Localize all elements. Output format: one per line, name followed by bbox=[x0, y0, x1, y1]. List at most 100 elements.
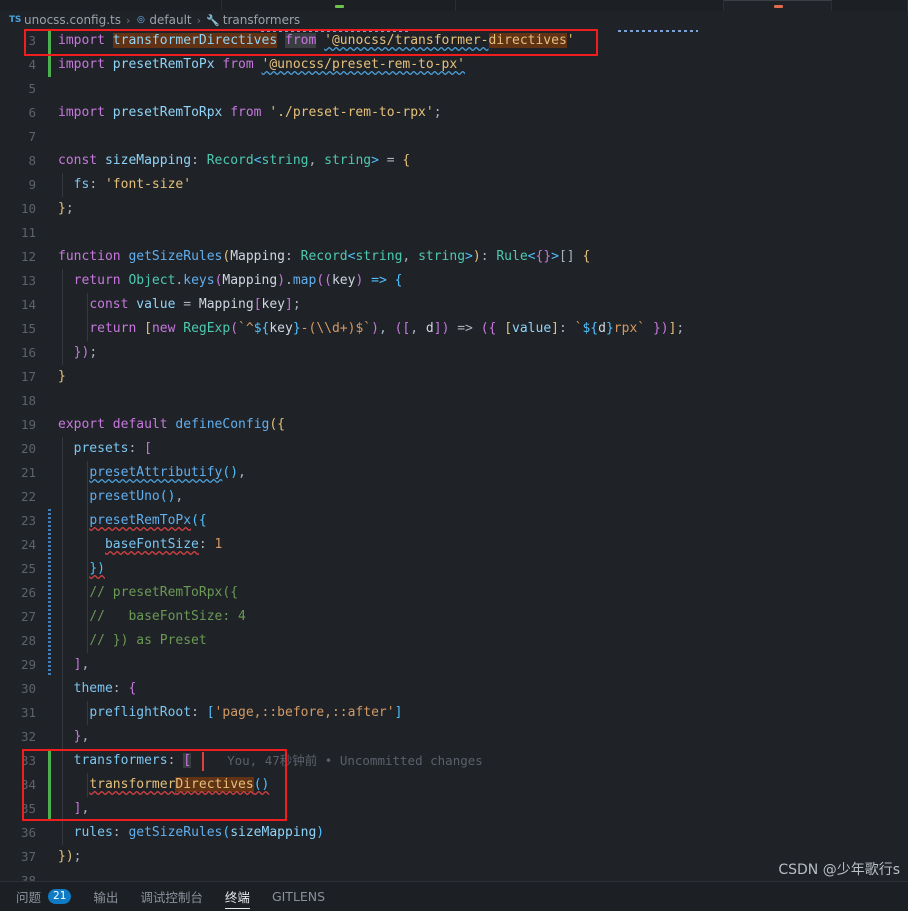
panel-tab-1[interactable]: 问题 21 bbox=[16, 882, 72, 911]
code-content[interactable]: // }) as Preset bbox=[46, 629, 206, 653]
indent-guide bbox=[62, 533, 63, 557]
code-token: [ bbox=[253, 297, 262, 312]
code-token: ) bbox=[277, 273, 286, 288]
code-line[interactable]: 19 export default defineConfig({ bbox=[0, 413, 908, 437]
code-content[interactable]: }, bbox=[46, 725, 90, 749]
breadcrumb-symbol-default[interactable]: ◎ default bbox=[135, 13, 192, 27]
breadcrumb-file[interactable]: TS unocss.config.ts bbox=[9, 13, 121, 27]
code-line[interactable]: 34 transformerDirectives() bbox=[0, 773, 908, 797]
panel-tab-3[interactable]: 调试控制台 bbox=[140, 882, 203, 911]
code-content[interactable]: const sizeMapping: Record<string, string… bbox=[46, 149, 410, 173]
code-content[interactable]: }); bbox=[46, 845, 81, 869]
code-content[interactable] bbox=[46, 389, 58, 413]
code-token: transformerDirectives bbox=[112, 33, 278, 48]
code-editor[interactable]: 3 import transformerDirectives from '@uno… bbox=[0, 29, 908, 881]
code-line[interactable]: 26 // presetRemToRpx({ bbox=[0, 581, 908, 605]
code-line[interactable]: 25 }) bbox=[0, 557, 908, 581]
code-line[interactable]: 13 return Object.keys(Mapping).map((key)… bbox=[0, 269, 908, 293]
code-content[interactable]: return [new RegExp(`^${key}-(\\d+)$`), (… bbox=[46, 317, 684, 341]
code-content[interactable]: transformerDirectives() bbox=[46, 773, 269, 797]
code-line[interactable]: 22 presetUno(), bbox=[0, 485, 908, 509]
code-line[interactable]: 28 // }) as Preset bbox=[0, 629, 908, 653]
code-line[interactable]: 3 import transformerDirectives from '@uno… bbox=[0, 29, 908, 53]
code-line[interactable]: 35 ], bbox=[0, 797, 908, 821]
code-line[interactable]: 20 presets: [ bbox=[0, 437, 908, 461]
code-line[interactable]: 30 theme: { bbox=[0, 677, 908, 701]
code-content[interactable]: presetAttributify(), bbox=[46, 461, 246, 485]
code-content[interactable]: // presetRemToRpx({ bbox=[46, 581, 238, 605]
code-content[interactable]: baseFontSize: 1 bbox=[46, 533, 222, 557]
code-line[interactable]: 16 }); bbox=[0, 341, 908, 365]
code-line[interactable]: 15 return [new RegExp(`^${key}-(\\d+)$`)… bbox=[0, 317, 908, 341]
code-line[interactable]: 4 import presetRemToPx from '@unocss/pres… bbox=[0, 53, 908, 77]
code-content[interactable]: export default defineConfig({ bbox=[46, 413, 285, 437]
code-line[interactable]: 33 transformers: [You, 47秒钟前 • Uncommitt… bbox=[0, 749, 908, 773]
code-line[interactable]: 5 bbox=[0, 77, 908, 101]
code-line[interactable]: 21 presetAttributify(), bbox=[0, 461, 908, 485]
code-line[interactable]: 23 presetRemToPx({ bbox=[0, 509, 908, 533]
code-line[interactable]: 36 rules: getSizeRules(sizeMapping) bbox=[0, 821, 908, 845]
code-token: , bbox=[378, 321, 395, 336]
code-line[interactable]: 18 bbox=[0, 389, 908, 413]
code-line[interactable]: 32 }, bbox=[0, 725, 908, 749]
code-content[interactable]: } bbox=[46, 365, 66, 389]
code-content[interactable]: ], bbox=[46, 653, 90, 677]
panel-tab-4[interactable]: 终端 bbox=[224, 882, 250, 911]
code-line[interactable]: 14 const value = Mapping[key]; bbox=[0, 293, 908, 317]
code-content[interactable]: import presetRemToPx from '@unocss/prese… bbox=[46, 53, 465, 77]
code-line[interactable]: 10}; bbox=[0, 197, 908, 221]
panel-tab-bar[interactable]: 问题 21 输出 调试控制台 终端 GITLENS bbox=[0, 881, 908, 911]
code-content[interactable]: }); bbox=[46, 341, 97, 365]
code-content[interactable]: return Object.keys(Mapping).map((key) =>… bbox=[46, 269, 403, 293]
code-token: : bbox=[128, 441, 145, 456]
breadcrumb-member-transformers[interactable]: 🔧 transformers bbox=[206, 13, 300, 27]
code-content[interactable]: import presetRemToRpx from './preset-rem… bbox=[46, 101, 442, 125]
text-cursor bbox=[202, 752, 204, 771]
code-content[interactable]: }; bbox=[46, 197, 74, 221]
code-content[interactable]: rules: getSizeRules(sizeMapping) bbox=[46, 821, 324, 845]
code-content[interactable] bbox=[46, 869, 58, 881]
code-line[interactable]: 37}); bbox=[0, 845, 908, 869]
code-line[interactable]: 17} bbox=[0, 365, 908, 389]
editor-tab-1[interactable] bbox=[0, 0, 222, 11]
line-number: 11 bbox=[20, 225, 36, 240]
editor-tab-3[interactable] bbox=[456, 0, 724, 11]
code-token: : bbox=[480, 249, 497, 264]
code-line[interactable]: 9 fs: 'font-size' bbox=[0, 173, 908, 197]
code-content[interactable] bbox=[46, 77, 58, 101]
code-content[interactable]: theme: { bbox=[46, 677, 137, 701]
git-blame-annotation[interactable]: You, 47秒钟前 • Uncommitted changes bbox=[191, 749, 483, 773]
code-line[interactable]: 8 const sizeMapping: Record<string, strin… bbox=[0, 149, 908, 173]
code-line[interactable]: 6 import presetRemToRpx from './preset-re… bbox=[0, 101, 908, 125]
code-content[interactable] bbox=[46, 125, 58, 149]
code-line[interactable]: 7 bbox=[0, 125, 908, 149]
code-content[interactable]: preflightRoot: ['page,::before,::after'] bbox=[46, 701, 402, 725]
code-line[interactable]: 27 // baseFontSize: 4 bbox=[0, 605, 908, 629]
code-content[interactable]: import transformerDirectives from '@unoc… bbox=[46, 29, 575, 53]
code-content[interactable] bbox=[46, 221, 58, 245]
code-content[interactable]: function getSizeRules(Mapping: Record<st… bbox=[46, 245, 590, 269]
code-line[interactable]: 24 baseFontSize: 1 bbox=[0, 533, 908, 557]
code-content[interactable]: ], bbox=[46, 797, 90, 821]
code-line[interactable]: 29 ], bbox=[0, 653, 908, 677]
panel-tab-2[interactable]: 输出 bbox=[93, 882, 118, 911]
line-number: 22 bbox=[20, 489, 36, 504]
panel-tab-5[interactable]: GITLENS bbox=[272, 882, 325, 911]
code-content[interactable]: // baseFontSize: 4 bbox=[46, 605, 246, 629]
breadcrumb[interactable]: TS unocss.config.ts › ◎ default › 🔧 tran… bbox=[0, 11, 908, 29]
editor-tab-4[interactable] bbox=[724, 0, 832, 11]
code-token: , bbox=[308, 153, 325, 168]
code-content[interactable]: }) bbox=[46, 557, 105, 581]
code-line[interactable]: 38 bbox=[0, 869, 908, 881]
code-line[interactable]: 12 function getSizeRules(Mapping: Record<… bbox=[0, 245, 908, 269]
editor-tab-5[interactable] bbox=[832, 0, 908, 11]
code-content[interactable]: presetUno(), bbox=[46, 485, 183, 509]
code-content[interactable]: presetRemToPx({ bbox=[46, 509, 206, 533]
code-content[interactable]: transformers: [ bbox=[46, 749, 192, 773]
code-line[interactable]: 31 preflightRoot: ['page,::before,::afte… bbox=[0, 701, 908, 725]
code-line[interactable]: 11 bbox=[0, 221, 908, 245]
code-content[interactable]: const value = Mapping[key]; bbox=[46, 293, 300, 317]
editor-tab-2[interactable] bbox=[222, 0, 456, 11]
code-content[interactable]: fs: 'font-size' bbox=[46, 173, 191, 197]
